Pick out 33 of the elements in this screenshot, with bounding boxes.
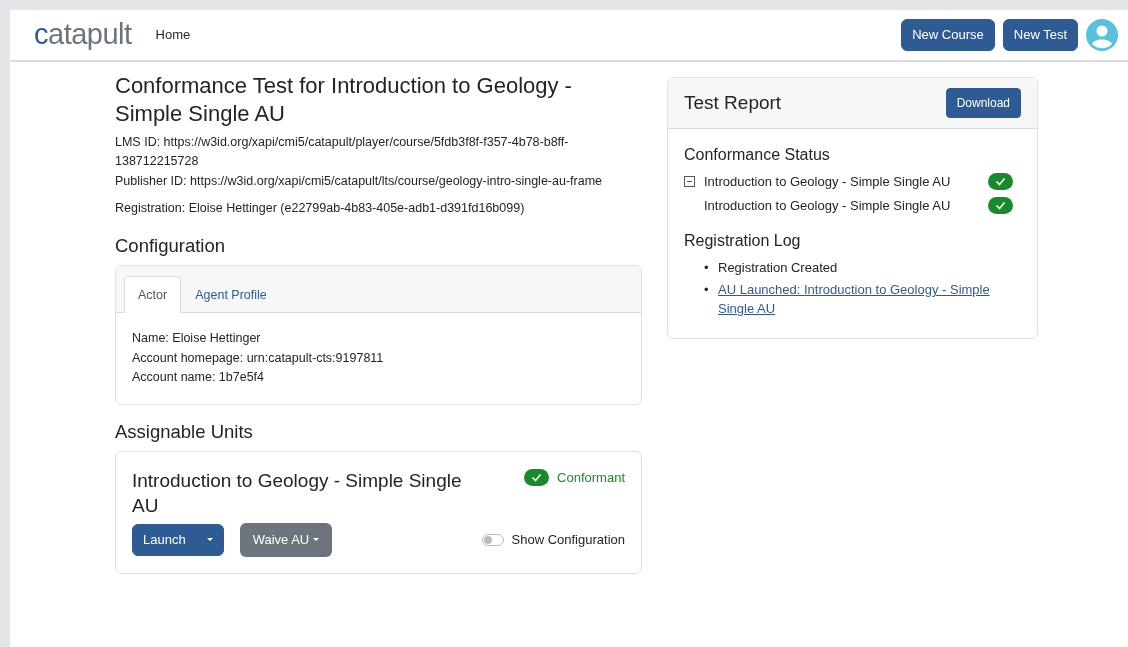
page-title: Conformance Test for Introduction to Geology - Simple Single AU: [115, 72, 573, 127]
download-button[interactable]: Download: [945, 88, 1021, 118]
toggle-label: Show Configuration: [511, 531, 625, 550]
navbar-button[interactable]: New Course: [901, 19, 995, 51]
subheading: Conformance Status: [684, 145, 831, 165]
au-title: Introduction to Geology - Simple Single AU: [132, 468, 463, 519]
actor-detail: Account name: 1b7e5f4: [132, 369, 266, 387]
launch-button[interactable]: Launch: [132, 524, 197, 556]
log-link[interactable]: AU Launched: Introduction to Geology - Simple Single AU: [718, 279, 1021, 319]
tab[interactable]: Actor: [124, 275, 182, 314]
detail-text: Publisher ID: https://w3id.org/xapi/cmi5/catapult/lts/course/geology-intro-single-au-frame: [115, 172, 604, 190]
avatar-icon[interactable]: [1086, 19, 1118, 51]
navbar-button[interactable]: New Test: [1002, 19, 1078, 51]
tree-item[interactable]: Introduction to Geology - Simple Single AU: [704, 172, 951, 192]
bullet-text: •: [704, 280, 710, 299]
actor-detail: Name: Eloise Hettinger: [132, 330, 262, 348]
section-heading: Assignable Units: [115, 420, 254, 443]
bullet-text: •: [704, 259, 710, 278]
log-entry: Registration Created: [718, 259, 838, 278]
dropdown-button[interactable]: [195, 524, 224, 556]
logo-text[interactable]: catapult: [34, 13, 132, 57]
nav-link[interactable]: Home: [155, 25, 191, 45]
tree-item[interactable]: Introduction to Geology - Simple Single AU: [704, 195, 951, 216]
collapse-icon[interactable]: [684, 176, 695, 188]
section-heading: Configuration: [115, 234, 227, 257]
subheading: Registration Log: [684, 231, 802, 251]
status-text: Conformant: [557, 468, 625, 487]
detail-text: LMS ID: https://w3id.org/xapi/cmi5/catapult/player/course/5fdb3f8f-f357-4b78-b8ff-138712215728: [115, 134, 570, 171]
tab[interactable]: Agent Profile: [181, 275, 281, 314]
card-title: Test Report: [684, 91, 782, 115]
registration-text: Registration: Eloise Hettinger (e22799ab-4b83-405e-adb1-d391fd16b099): [115, 200, 526, 218]
waive-button[interactable]: Waive AU: [239, 523, 332, 557]
actor-detail: Account homepage: urn:catapult-cts:9197811: [132, 349, 385, 367]
